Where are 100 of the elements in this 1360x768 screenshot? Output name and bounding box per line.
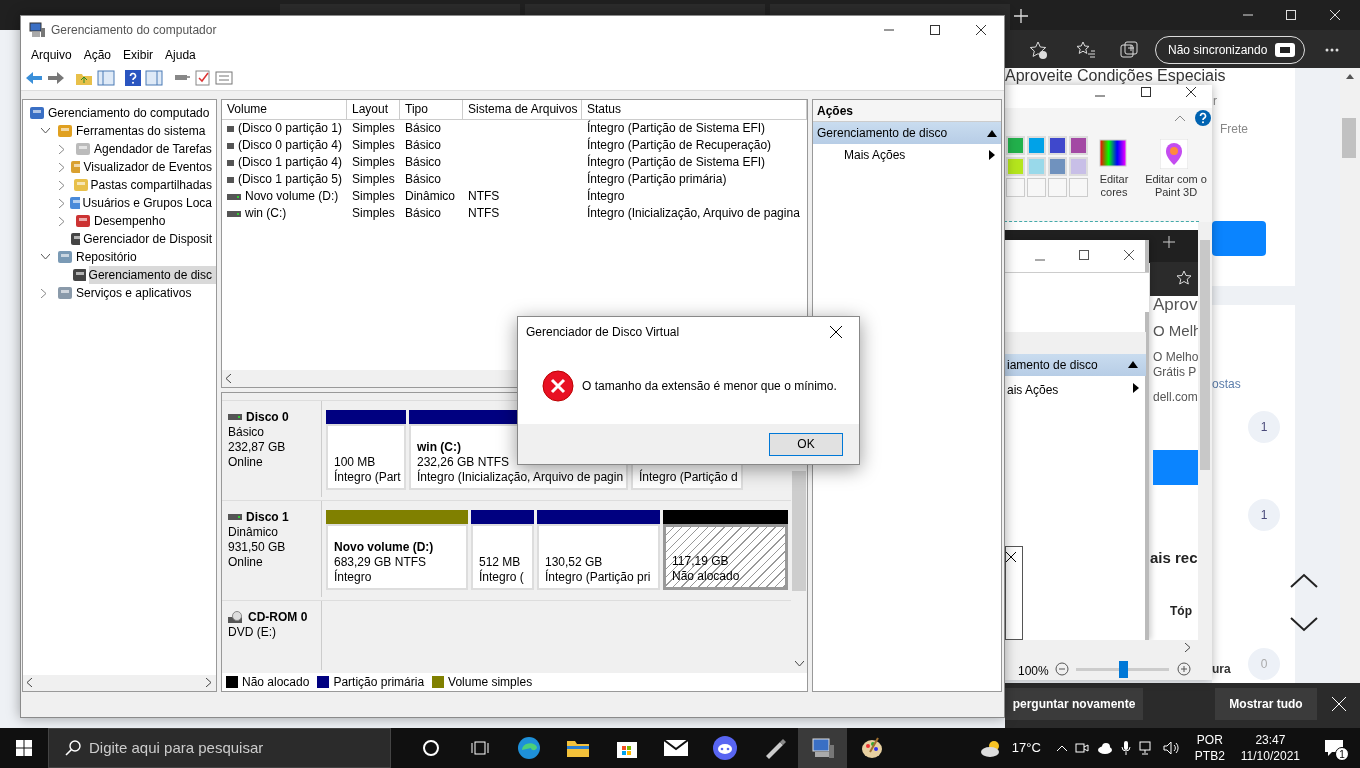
expand-toggle[interactable] <box>59 216 65 226</box>
mail-icon[interactable] <box>663 739 688 757</box>
chevron-up-icon[interactable] <box>1289 573 1319 589</box>
color-swatch[interactable] <box>1006 157 1025 176</box>
volume-icon[interactable] <box>1162 741 1179 755</box>
show-all-button[interactable]: Mostrar tudo <box>1215 688 1317 720</box>
console-tree-icon[interactable] <box>97 70 115 87</box>
tree-item[interactable]: Visualizador de Eventos <box>83 158 216 177</box>
actions-section[interactable]: Gerenciamento de disco <box>813 122 1001 145</box>
menu-item[interactable]: Arquivo <box>25 44 78 66</box>
favorite-add-icon[interactable] <box>1029 41 1047 59</box>
empty-swatch[interactable] <box>1048 178 1067 197</box>
keyboard-layout[interactable]: PTB2 <box>1194 748 1225 764</box>
column-header[interactable]: Layout <box>347 100 400 120</box>
tree-item[interactable]: Desempenho <box>94 212 170 231</box>
scrollbar-thumb[interactable] <box>1200 240 1210 470</box>
edit-colors-button[interactable]: Editar cores <box>1097 173 1131 199</box>
microphone-icon[interactable] <box>1120 741 1131 755</box>
tree-item[interactable]: Ferramentas do sistema <box>76 122 210 141</box>
scrollbar-thumb[interactable] <box>1342 118 1356 158</box>
color-spectrum-icon[interactable] <box>1099 139 1127 167</box>
meet-icon[interactable] <box>1074 741 1089 755</box>
tree-item[interactable]: Agendador de Tarefas <box>94 140 216 159</box>
color-swatch[interactable] <box>1027 157 1046 176</box>
language-indicator[interactable]: POR <box>1194 732 1225 748</box>
empty-swatch[interactable] <box>1069 178 1088 197</box>
slider-thumb[interactable] <box>1118 661 1128 678</box>
partition[interactable]: 512 MB Íntegro ( <box>471 523 534 590</box>
scroll-down-icon[interactable] <box>794 660 804 667</box>
empty-swatch[interactable] <box>1027 178 1046 197</box>
scroll-left-icon[interactable] <box>226 373 232 383</box>
expand-toggle[interactable] <box>41 128 50 135</box>
color-swatch[interactable] <box>1048 136 1067 155</box>
scroll-up-icon[interactable] <box>1346 74 1354 79</box>
action-pane-icon[interactable] <box>145 70 163 87</box>
maximize-icon[interactable] <box>930 25 940 35</box>
partition[interactable]: Novo volume (D:) 683,29 GB NTFS Íntegro <box>326 523 468 590</box>
tree-item[interactable]: Gerenciamento do computado <box>48 104 214 123</box>
column-header[interactable]: Sistema de Arquivos <box>463 100 582 120</box>
tree-item[interactable]: Usuários e Grupos Loca <box>82 194 216 213</box>
tree-item[interactable]: Gerenciamento de disc <box>88 266 216 285</box>
expand-toggle[interactable] <box>41 254 50 261</box>
forward-arrow-icon[interactable] <box>47 70 65 87</box>
scroll-left-icon[interactable] <box>27 678 33 688</box>
color-swatch[interactable] <box>1069 157 1088 176</box>
partition[interactable]: 130,52 GB Íntegro (Partição pri <box>537 523 660 590</box>
browser-icon[interactable] <box>516 736 541 760</box>
chevron-down-icon[interactable] <box>1289 616 1319 632</box>
task-view-icon[interactable] <box>470 739 489 757</box>
close-icon[interactable] <box>830 326 842 338</box>
scroll-right-icon[interactable] <box>206 678 212 688</box>
new-tab-icon[interactable] <box>1014 9 1028 23</box>
close-icon[interactable] <box>976 25 986 35</box>
collapse-icon[interactable] <box>987 129 997 137</box>
expand-toggle[interactable] <box>59 198 65 208</box>
cloud-icon[interactable] <box>1096 742 1113 754</box>
column-header[interactable]: Volume <box>222 100 347 120</box>
expand-toggle[interactable] <box>59 162 65 172</box>
empty-swatch[interactable] <box>1006 178 1025 197</box>
color-swatch[interactable] <box>1027 136 1046 155</box>
zoom-in-icon[interactable] <box>1177 662 1191 676</box>
maximize-icon[interactable] <box>1141 87 1151 97</box>
zoom-out-icon[interactable] <box>1055 662 1069 676</box>
cortana-icon[interactable] <box>421 739 440 757</box>
chat-app-icon[interactable] <box>712 736 737 760</box>
download-option-button[interactable]: perguntar novamente <box>1005 688 1143 720</box>
paint-3d-icon[interactable] <box>1160 139 1188 169</box>
start-icon[interactable] <box>16 740 32 756</box>
tree-item[interactable]: Gerenciador de Disposit <box>83 230 216 249</box>
collections-icon[interactable] <box>1120 41 1138 59</box>
menu-item[interactable]: Exibir <box>117 44 160 66</box>
help-icon[interactable] <box>125 70 141 87</box>
expand-toggle[interactable] <box>59 180 65 190</box>
clock-time[interactable]: 23:47 <box>1240 732 1300 748</box>
menu-item[interactable]: Ajuda <box>159 44 202 66</box>
scroll-right-icon[interactable] <box>1185 643 1191 652</box>
color-swatch[interactable] <box>1006 136 1025 155</box>
ok-button[interactable]: OK <box>769 432 843 456</box>
action-item[interactable]: Mais Ações <box>813 144 1001 167</box>
partition[interactable]: 117,19 GB Não alocado <box>663 523 788 590</box>
color-swatch[interactable] <box>1048 157 1067 176</box>
checklist-icon[interactable] <box>195 70 211 87</box>
expand-toggle[interactable] <box>59 144 65 154</box>
column-header[interactable]: Status <box>582 100 807 120</box>
computer-management-icon[interactable] <box>810 736 835 760</box>
partition[interactable]: 100 MB Íntegro (Part <box>326 423 406 490</box>
tray-expand-icon[interactable] <box>1056 745 1067 751</box>
folder-icon[interactable] <box>565 738 590 758</box>
column-header[interactable]: Tipo <box>400 100 463 120</box>
expand-toggle[interactable] <box>41 288 47 298</box>
scrollbar-thumb[interactable] <box>792 470 806 591</box>
color-swatch[interactable] <box>1069 136 1088 155</box>
temperature[interactable]: 17°C <box>1011 738 1041 758</box>
tree-item[interactable]: Pastas compartilhadas <box>90 176 216 195</box>
search-field[interactable]: Digite aqui para pesquisar <box>48 728 391 768</box>
menu-item[interactable]: Ação <box>77 44 118 66</box>
tree-item[interactable]: Serviços e aplicativos <box>76 284 196 303</box>
close-icon[interactable] <box>1186 87 1196 97</box>
tree-item[interactable]: Repositório <box>76 248 141 267</box>
favorites-icon[interactable] <box>1077 41 1095 59</box>
